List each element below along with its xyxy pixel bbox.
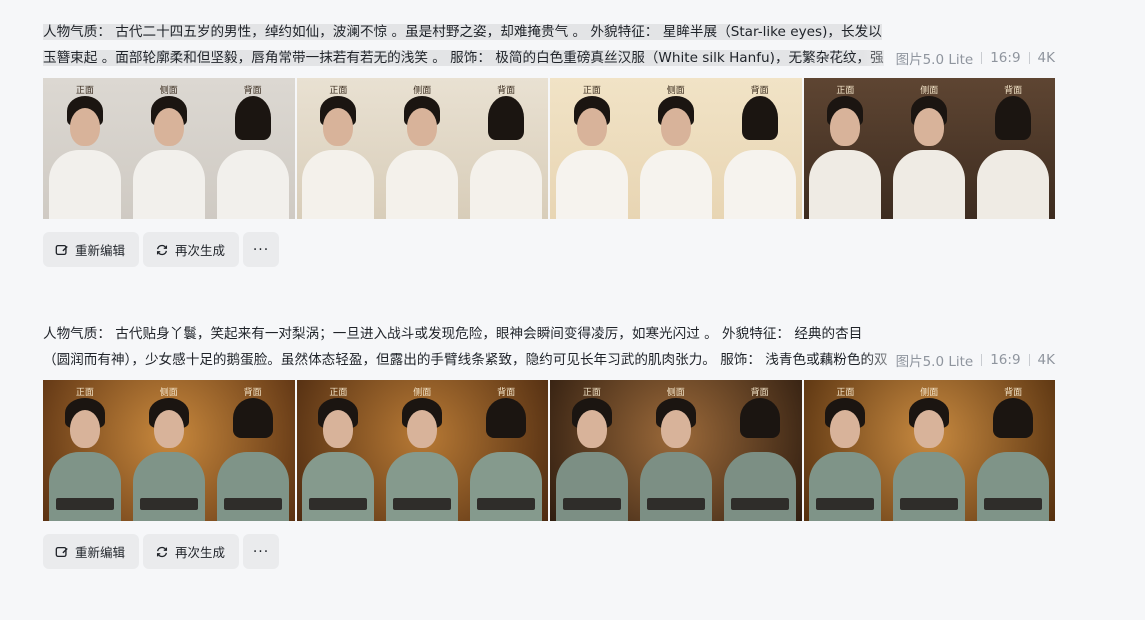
view-label-front: 正面 xyxy=(836,388,855,398)
view-front: 正面 xyxy=(804,78,888,219)
model-label: 图片5.0 Lite xyxy=(895,354,974,370)
view-side: 侧面 xyxy=(380,78,464,219)
meta-divider xyxy=(1028,52,1030,64)
more-icon: ··· xyxy=(252,241,270,258)
view-side: 侧面 xyxy=(887,380,971,521)
re-edit-button[interactable]: 重新编辑 xyxy=(43,232,140,267)
refresh-icon xyxy=(156,244,168,255)
action-bar: 重新编辑 再次生成 ··· xyxy=(43,232,1055,267)
view-label-side: 侧面 xyxy=(413,388,432,398)
view-front: 正面 xyxy=(550,380,634,521)
image-strip: 正面 侧面 背面 正面 侧面 背面 正面 侧面 背面 正面 侧面 背面 xyxy=(43,78,1055,219)
view-label-back: 背面 xyxy=(1004,86,1023,96)
view-side: 侧面 xyxy=(380,380,464,521)
generated-image-3[interactable]: 正面 侧面 背面 xyxy=(550,78,802,219)
resolution-label: 4K xyxy=(1037,352,1055,368)
view-back: 背面 xyxy=(718,380,802,521)
view-label-back: 背面 xyxy=(750,388,769,398)
view-label-side: 侧面 xyxy=(159,388,178,398)
generation-meta: 图片5.0 Lite 16:9 4K xyxy=(887,347,1055,373)
re-edit-label: 重新编辑 xyxy=(75,243,126,258)
re-edit-button[interactable]: 重新编辑 xyxy=(43,534,140,569)
view-label-side: 侧面 xyxy=(413,86,432,96)
image-strip: 正面 侧面 背面 正面 侧面 背面 正面 侧面 背面 正面 侧面 背面 xyxy=(43,380,1055,521)
view-back: 背面 xyxy=(211,78,295,219)
view-label-front: 正面 xyxy=(836,86,855,96)
re-edit-label: 重新编辑 xyxy=(75,545,126,560)
view-back: 背面 xyxy=(718,78,802,219)
view-side: 侧面 xyxy=(127,380,211,521)
regenerate-button[interactable]: 再次生成 xyxy=(143,232,240,267)
generated-image-4[interactable]: 正面 侧面 背面 xyxy=(803,78,1055,219)
view-side: 侧面 xyxy=(634,380,718,521)
edit-icon xyxy=(55,546,68,557)
model-label: 图片5.0 Lite xyxy=(895,52,974,68)
view-label-back: 背面 xyxy=(243,86,262,96)
resolution-label: 4K xyxy=(1037,50,1055,66)
ratio-label: 16:9 xyxy=(990,352,1021,368)
view-label-back: 背面 xyxy=(243,388,262,398)
edit-icon xyxy=(55,244,68,255)
view-side: 侧面 xyxy=(127,78,211,219)
meta-divider xyxy=(1028,354,1030,366)
generated-image-1[interactable]: 正面 侧面 背面 xyxy=(43,78,295,219)
view-back: 背面 xyxy=(211,380,295,521)
view-label-front: 正面 xyxy=(329,388,348,398)
view-back: 背面 xyxy=(971,380,1055,521)
view-front: 正面 xyxy=(804,380,888,521)
view-label-front: 正面 xyxy=(582,388,601,398)
view-label-front: 正面 xyxy=(75,388,94,398)
prompt-row: 人物气质： 古代二十四五岁的男性，绰约如仙，波澜不惊 。虽是村野之姿，却难掩贵气… xyxy=(43,19,1055,71)
view-label-side: 侧面 xyxy=(920,388,939,398)
generated-image-2[interactable]: 正面 侧面 背面 xyxy=(296,78,548,219)
regenerate-button[interactable]: 再次生成 xyxy=(143,534,240,569)
generated-image-4[interactable]: 正面 侧面 背面 xyxy=(803,380,1055,521)
view-label-back: 背面 xyxy=(750,86,769,96)
view-label-front: 正面 xyxy=(75,86,94,96)
refresh-icon xyxy=(156,546,168,557)
view-back: 背面 xyxy=(464,78,548,219)
meta-divider xyxy=(981,354,983,366)
view-front: 正面 xyxy=(297,380,381,521)
view-back: 背面 xyxy=(971,78,1055,219)
view-label-side: 侧面 xyxy=(666,388,685,398)
generated-image-1[interactable]: 正面 侧面 背面 xyxy=(43,380,295,521)
regenerate-label: 再次生成 xyxy=(175,243,226,258)
view-side: 侧面 xyxy=(634,78,718,219)
view-label-front: 正面 xyxy=(582,86,601,96)
generation-meta: 图片5.0 Lite 16:9 4K xyxy=(887,45,1055,71)
view-label-back: 背面 xyxy=(1004,388,1023,398)
ratio-label: 16:9 xyxy=(990,50,1021,66)
view-side: 侧面 xyxy=(887,78,971,219)
view-front: 正面 xyxy=(550,78,634,219)
more-button[interactable]: ··· xyxy=(243,534,280,569)
prompt-row: 人物气质： 古代贴身丫鬟，笑起来有一对梨涡；一旦进入战斗或发现危险，眼神会瞬间变… xyxy=(43,321,1055,373)
view-label-back: 背面 xyxy=(497,388,516,398)
regenerate-label: 再次生成 xyxy=(175,545,226,560)
view-label-back: 背面 xyxy=(497,86,516,96)
generation-block-2: 人物气质： 古代贴身丫鬟，笑起来有一对梨涡；一旦进入战斗或发现危险，眼神会瞬间变… xyxy=(43,321,1055,569)
view-front: 正面 xyxy=(43,78,127,219)
view-front: 正面 xyxy=(43,380,127,521)
prompt-text[interactable]: 人物气质： 古代贴身丫鬟，笑起来有一对梨涡；一旦进入战斗或发现危险，眼神会瞬间变… xyxy=(43,321,893,373)
meta-divider xyxy=(981,52,983,64)
more-button[interactable]: ··· xyxy=(243,232,280,267)
more-icon: ··· xyxy=(252,543,270,560)
view-label-side: 侧面 xyxy=(920,86,939,96)
view-label-front: 正面 xyxy=(329,86,348,96)
generated-image-3[interactable]: 正面 侧面 背面 xyxy=(550,380,802,521)
prompt-text[interactable]: 人物气质： 古代二十四五岁的男性，绰约如仙，波澜不惊 。虽是村野之姿，却难掩贵气… xyxy=(43,19,893,71)
view-label-side: 侧面 xyxy=(666,86,685,96)
generation-block-1: 人物气质： 古代二十四五岁的男性，绰约如仙，波澜不惊 。虽是村野之姿，却难掩贵气… xyxy=(43,19,1055,267)
view-label-side: 侧面 xyxy=(159,86,178,96)
view-back: 背面 xyxy=(464,380,548,521)
generated-image-2[interactable]: 正面 侧面 背面 xyxy=(296,380,548,521)
action-bar: 重新编辑 再次生成 ··· xyxy=(43,534,1055,569)
view-front: 正面 xyxy=(297,78,381,219)
